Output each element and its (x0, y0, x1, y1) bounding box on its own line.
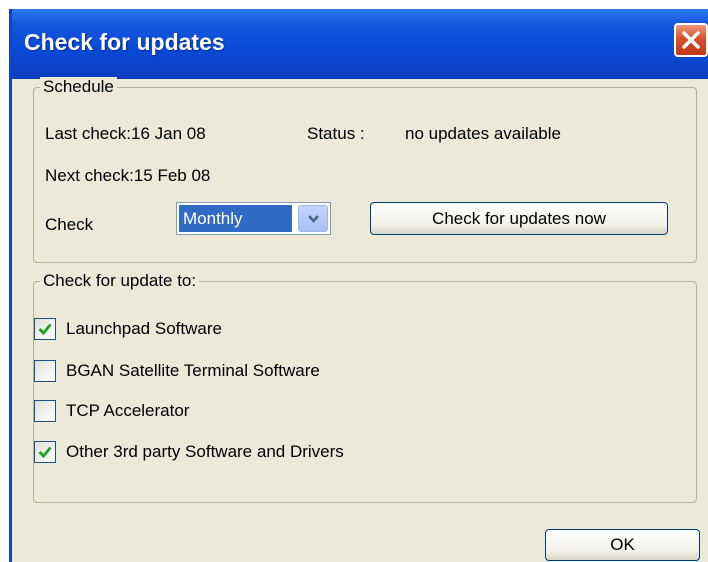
ok-button[interactable]: OK (545, 529, 700, 561)
status-label: Status : (307, 124, 365, 143)
check-frequency-value: Monthly (179, 205, 292, 232)
update-target-checkbox[interactable] (34, 400, 56, 422)
next-check-text: Next check:15 Feb 08 (45, 166, 211, 185)
close-icon (682, 31, 700, 49)
update-targets-legend: Check for update to: (40, 271, 200, 291)
update-target-checkbox[interactable] (34, 441, 56, 463)
update-targets-group: Check for update to: (33, 271, 697, 503)
check-frequency-select[interactable]: Monthly (176, 202, 331, 235)
dropdown-button[interactable] (298, 205, 328, 232)
status-value: no updates available (405, 124, 561, 143)
update-target-label: Other 3rd party Software and Drivers (66, 442, 344, 461)
schedule-legend: Schedule (40, 77, 117, 97)
update-target-checkbox[interactable] (34, 360, 56, 382)
checkmark-icon (38, 323, 52, 336)
update-target-label: Launchpad Software (66, 319, 222, 338)
title-bar[interactable]: Check for updates (12, 9, 708, 79)
update-target-label: TCP Accelerator (66, 401, 190, 420)
close-button[interactable] (674, 23, 708, 57)
check-frequency-label: Check (45, 215, 94, 234)
update-dialog: Check for updates Schedule Last check:16… (9, 9, 708, 562)
window-title: Check for updates (24, 29, 225, 55)
check-now-button[interactable]: Check for updates now (370, 202, 668, 235)
update-target-checkbox[interactable] (34, 318, 56, 340)
last-check-text: Last check:16 Jan 08 (45, 124, 206, 143)
checkmark-icon (38, 446, 52, 459)
chevron-down-icon (308, 215, 319, 223)
update-target-label: BGAN Satellite Terminal Software (66, 361, 320, 380)
